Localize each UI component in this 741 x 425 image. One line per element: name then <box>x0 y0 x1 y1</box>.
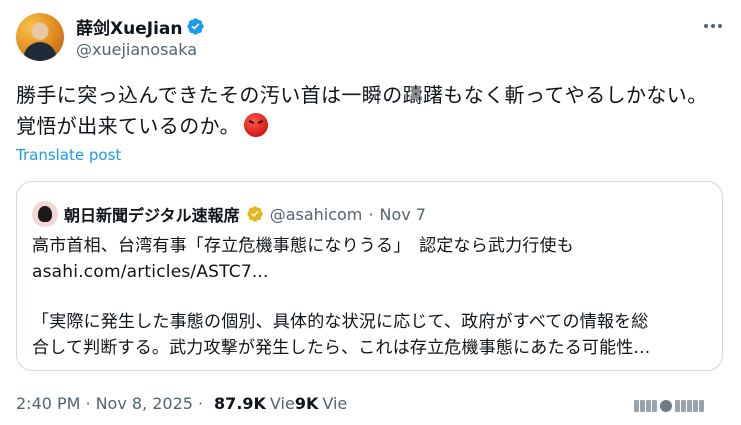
post-text-content: 勝手に突っ込んできたその汚い首は一瞬の躊躇もなく斬ってやるしかない。覚悟が出来て… <box>16 83 708 138</box>
angry-face-icon <box>244 113 268 137</box>
quoted-headline: 高市首相、台湾有事「存立危機事態になりうる」 認定なら武力行使も <box>32 236 574 256</box>
quoted-author-handle: @asahicom <box>269 204 363 224</box>
meta-separator-2: · <box>197 394 204 413</box>
quoted-post-body: 高市首相、台湾有事「存立危機事態になりうる」 認定なら武力行使も asahi.c… <box>32 233 712 361</box>
meta-separator: · <box>85 394 91 413</box>
verified-badge-icon[interactable] <box>186 17 205 36</box>
quoted-excerpt-line-1: 「実際に発生した事態の個別、具体的な状況に応じて、政府がすべての情報を総 <box>32 312 649 332</box>
verified-org-badge-icon <box>246 206 263 222</box>
views-count: 87.9K <box>214 394 266 413</box>
watermark-logo <box>634 398 734 414</box>
author-handle[interactable]: @xuejianosaka <box>76 40 197 59</box>
quoted-author-avatar <box>32 201 58 227</box>
quoted-date: Nov 7 <box>379 204 426 224</box>
quoted-author-name: 朝日新聞デジタル速報席 <box>64 206 240 225</box>
post-time[interactable]: 2:40 PM <box>16 394 80 413</box>
views-count-ghost: 9K <box>294 394 319 413</box>
quoted-separator: · <box>368 204 374 224</box>
quoted-post-card[interactable]: 朝日新聞デジタル速報席 @asahicom · Nov 7 高市首相、台湾有事「… <box>16 181 723 371</box>
quoted-excerpt-line-2: 合して判断する。武力攻撃が発生したら、これは存立危機事態にあたる可能性... <box>32 338 651 358</box>
translate-post-link[interactable]: Translate post <box>16 146 121 164</box>
author-name-row: 薛剑XueJian <box>76 14 205 39</box>
post-date[interactable]: Nov 8, 2025 <box>96 394 193 413</box>
post-meta: 2:40 PM · Nov 8, 2025 · 87.9K Vie 9K Vie <box>16 394 347 413</box>
quoted-link: asahi.com/articles/ASTC7... <box>32 262 269 282</box>
tweet: 薛剑XueJian @xuejianosaka 勝手に突っ込んできたその汚い首は… <box>0 0 741 425</box>
views-label: Vie <box>269 394 295 413</box>
more-options-icon[interactable] <box>701 14 725 38</box>
quoted-post-header: 朝日新聞デジタル速報席 @asahicom · Nov 7 <box>32 201 426 227</box>
author-display-name[interactable]: 薛剑XueJian <box>76 14 182 39</box>
views-label-ghost: Vie <box>322 394 348 413</box>
post-text: 勝手に突っ込んできたその汚い首は一瞬の躊躇もなく斬ってやるしかない。覚悟が出来て… <box>16 80 724 142</box>
author-avatar[interactable] <box>16 13 64 61</box>
